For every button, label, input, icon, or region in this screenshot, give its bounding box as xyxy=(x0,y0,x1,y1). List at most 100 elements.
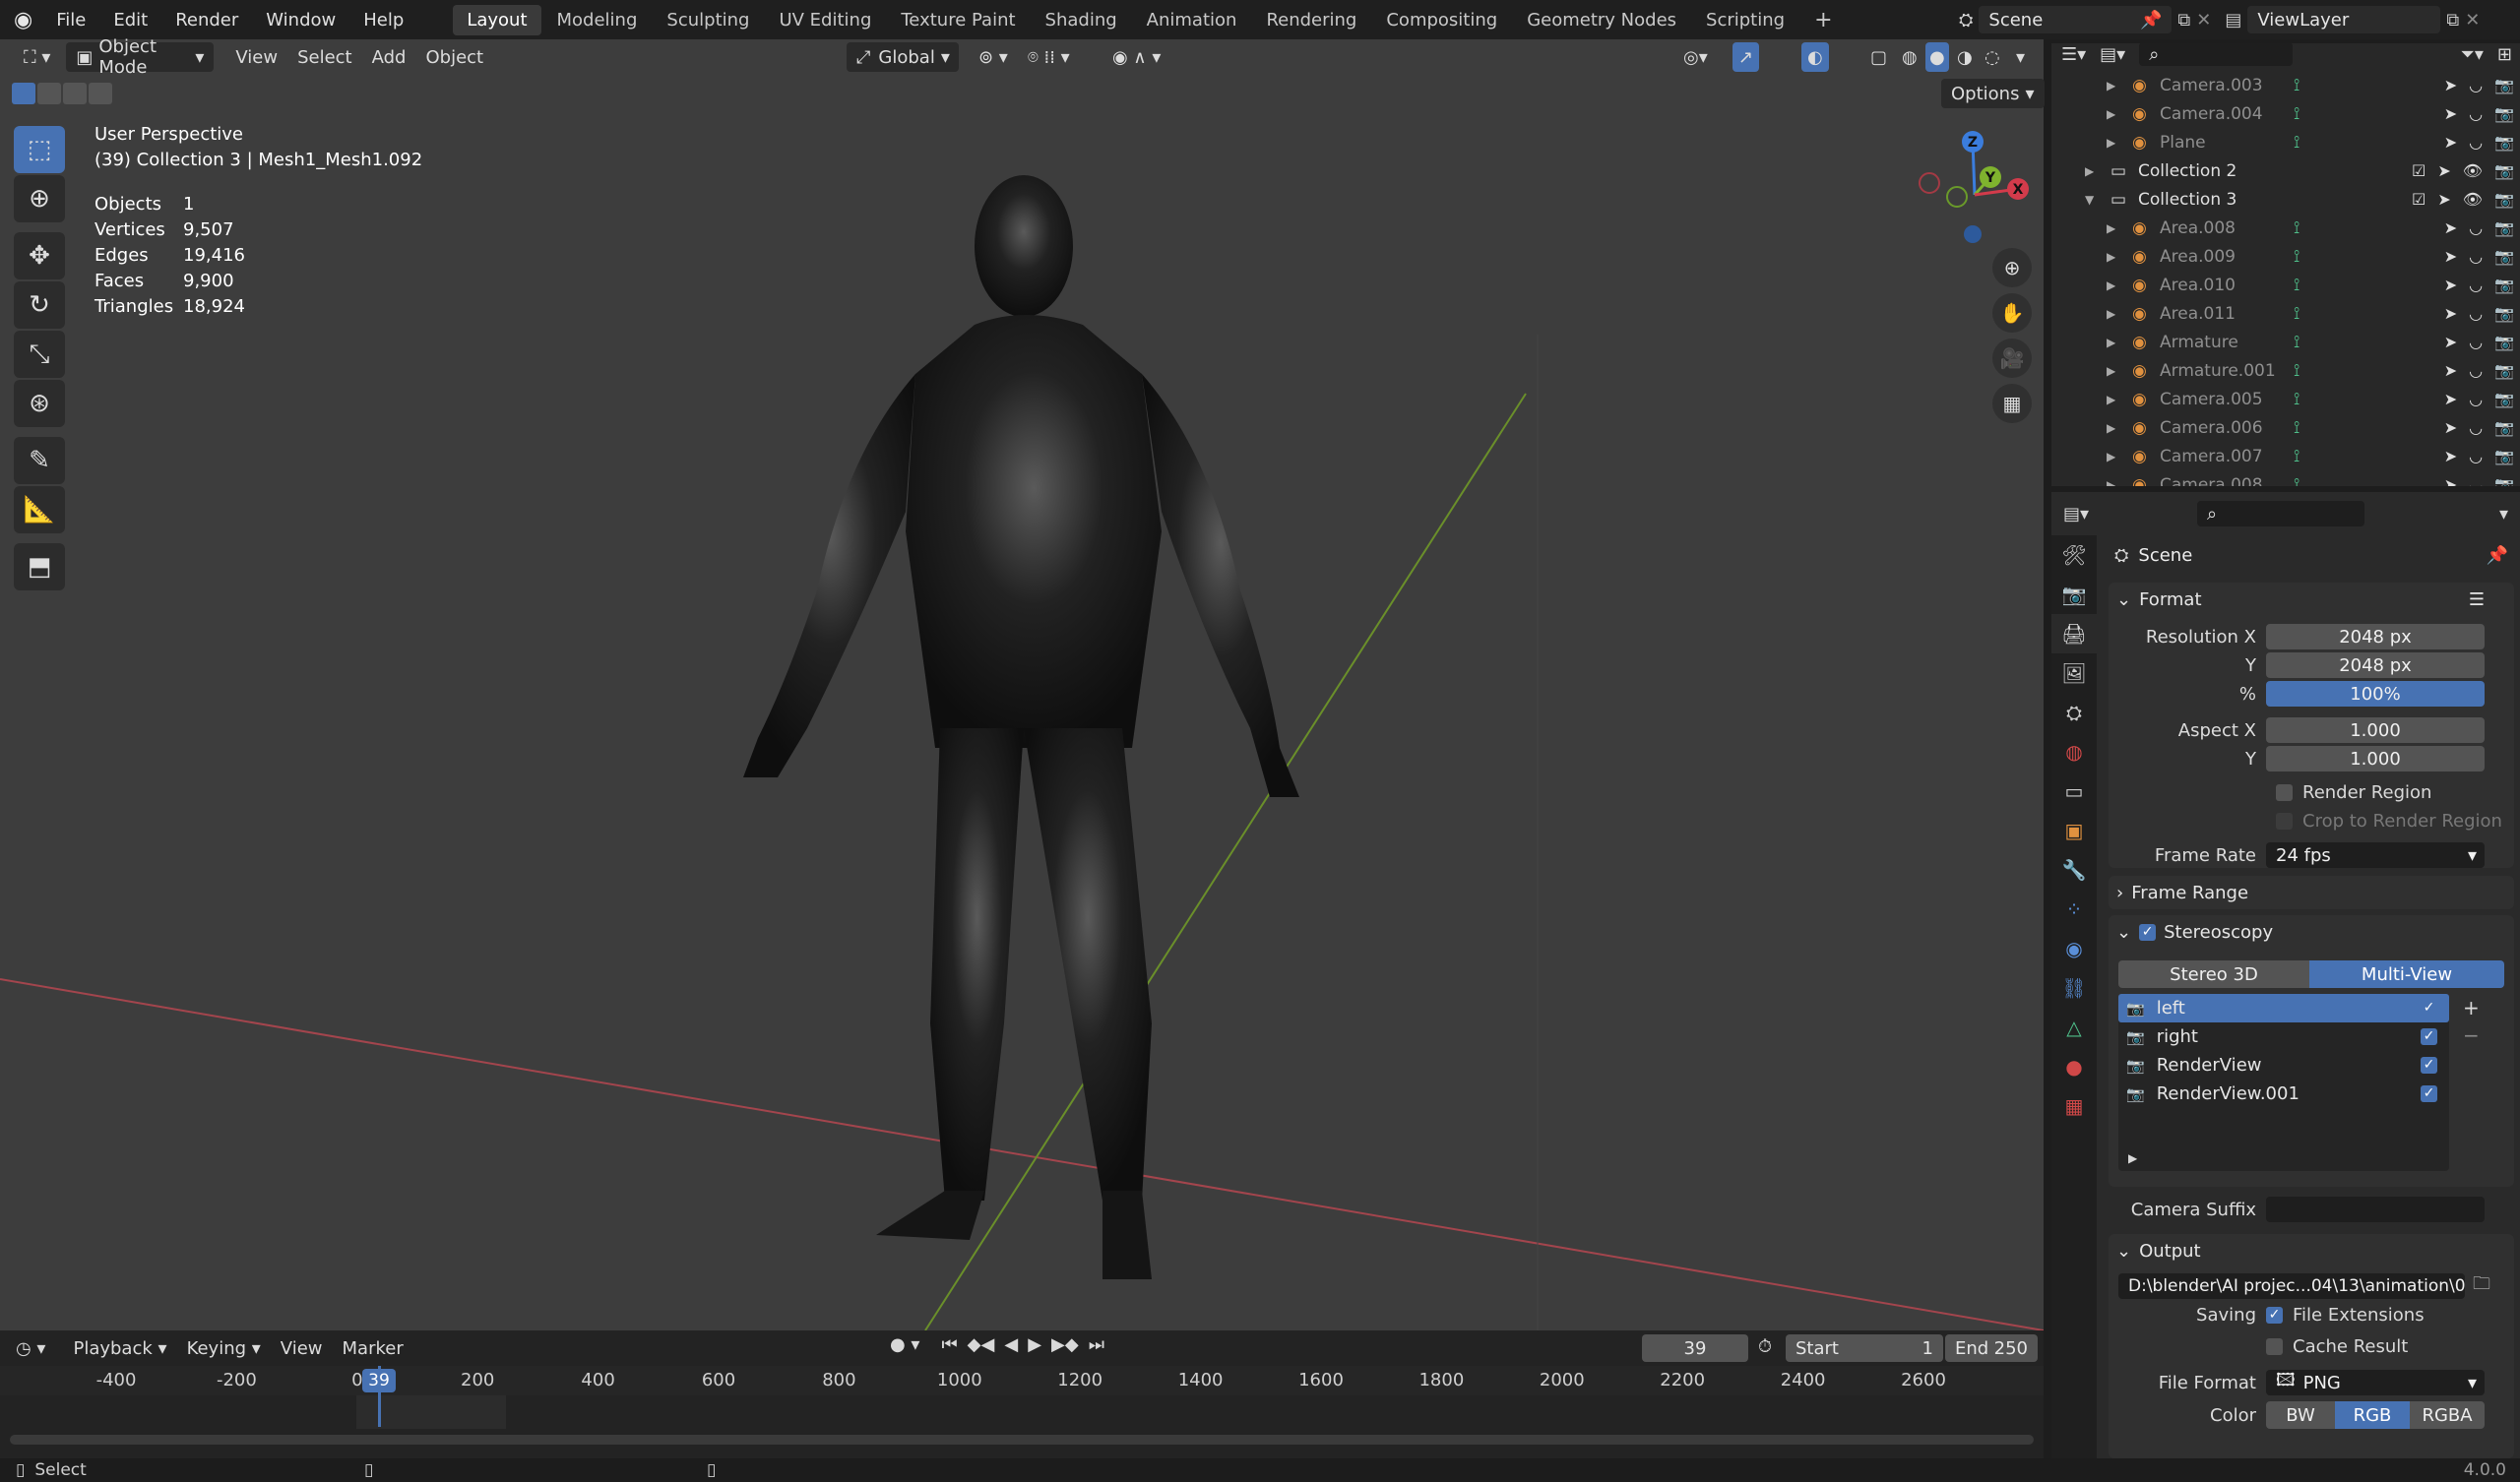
camera-render-icon[interactable]: 📷 xyxy=(2494,304,2514,323)
expand-right-icon[interactable]: ▶ xyxy=(2107,393,2115,406)
zoom-icon[interactable]: ⊕ xyxy=(1992,248,2032,287)
include-checkbox-icon[interactable]: ☑ xyxy=(2412,190,2426,209)
proportional-edit-icon[interactable]: ◉ ∧ ▾ xyxy=(1102,42,1170,72)
select-arrow-icon[interactable]: ➤ xyxy=(2444,333,2457,351)
outliner-search-input[interactable]: ⌕ xyxy=(2139,43,2294,66)
tab-scripting[interactable]: Scripting xyxy=(1692,5,1798,35)
output-path-input[interactable]: D:\blender\AI projec...04\13\animation\0… xyxy=(2118,1273,2465,1299)
eye-icon[interactable]: ◡ xyxy=(2469,418,2483,437)
new-view-layer-icon[interactable]: ⧉ xyxy=(2446,10,2459,31)
shading-options-icon[interactable]: ▾ xyxy=(2012,42,2029,72)
gizmo-toggle-icon[interactable]: ↗ xyxy=(1732,42,1760,72)
expand-right-icon[interactable]: ▶ xyxy=(2107,136,2115,150)
playhead-label[interactable]: 39 xyxy=(362,1369,396,1392)
outliner-row[interactable]: ▶ ◉ Area.010 ⟟ ➤ ◡ 📷 xyxy=(2051,271,2520,299)
menu-view[interactable]: View xyxy=(225,42,287,72)
outliner-row[interactable]: ▶ ◉ Plane ⟟ ➤ ◡ 📷 xyxy=(2051,128,2520,156)
expand-right-icon[interactable]: ▶ xyxy=(2107,79,2115,93)
eye-icon[interactable]: ◡ xyxy=(2469,390,2483,408)
cursor-tool-icon[interactable]: ⊕ xyxy=(14,175,65,222)
expand-right-icon[interactable]: ▶ xyxy=(2107,364,2115,378)
shading-wireframe-icon[interactable]: ◍ xyxy=(1898,42,1922,72)
shading-rendered-icon[interactable]: ◌ xyxy=(1981,42,2004,72)
view-enabled-check[interactable]: ✓ xyxy=(2421,1028,2437,1045)
add-view-icon[interactable]: + xyxy=(2463,996,2480,1019)
expand-right-icon[interactable]: ▶ xyxy=(2107,478,2115,487)
scale-tool-icon[interactable]: ⤡ xyxy=(14,331,65,378)
view-layer-icon[interactable]: ▤ xyxy=(2225,10,2241,31)
view-list-item[interactable]: 📷 right ✓ xyxy=(2118,1022,2449,1051)
outliner-row[interactable]: ▶ ◉ Armature.001 ⟟ ➤ ◡ 📷 xyxy=(2051,356,2520,385)
view-layer-tab-icon[interactable]: 🖼 xyxy=(2051,653,2097,693)
mode-selector[interactable]: ▣ Object Mode ▾ xyxy=(66,36,215,78)
camera-render-icon[interactable]: 📷 xyxy=(2494,190,2514,209)
tab-texture-paint[interactable]: Texture Paint xyxy=(887,5,1029,35)
menu-render[interactable]: Render xyxy=(161,10,252,31)
view-layer-selector[interactable]: ViewLayer xyxy=(2247,6,2441,33)
menu-object[interactable]: Object xyxy=(415,42,493,72)
overlay-toggle-icon[interactable]: ◐ xyxy=(1801,42,1829,72)
select-arrow-icon[interactable]: ➤ xyxy=(2444,418,2457,437)
camera-render-icon[interactable]: 📷 xyxy=(2494,247,2514,266)
jump-end-icon[interactable]: ⏭ xyxy=(1089,1334,1104,1355)
eye-icon[interactable]: ◡ xyxy=(2469,333,2483,351)
color-rgba-button[interactable]: RGBA xyxy=(2410,1401,2485,1429)
timeline-scrollbar[interactable] xyxy=(10,1435,2034,1445)
outliner-row[interactable]: ▶ ◉ Camera.004 ⟟ ➤ ◡ 📷 xyxy=(2051,99,2520,128)
select-arrow-icon[interactable]: ➤ xyxy=(2444,104,2457,123)
camera-render-icon[interactable]: 📷 xyxy=(2494,104,2514,123)
timeline[interactable]: ◷ ▾ Playback ▾ Keying ▾ View Marker ● ▾ … xyxy=(0,1330,2044,1458)
color-bw-button[interactable]: BW xyxy=(2266,1401,2335,1429)
texture-tab-icon[interactable]: ▦ xyxy=(2051,1086,2097,1126)
color-rgb-button[interactable]: RGB xyxy=(2335,1401,2410,1429)
annotate-tool-icon[interactable]: ✎ xyxy=(14,437,65,484)
camera-render-icon[interactable]: 📷 xyxy=(2494,133,2514,152)
next-keyframe-icon[interactable]: ▶◆ xyxy=(1051,1334,1079,1355)
play-icon[interactable]: ▶ xyxy=(1028,1334,1041,1355)
character-mesh[interactable] xyxy=(743,175,1299,1279)
current-frame-field[interactable]: 39 xyxy=(1642,1334,1748,1362)
perspective-grid-icon[interactable]: ▦ xyxy=(1992,384,2032,423)
expand-right-icon[interactable]: ▶ xyxy=(2107,307,2115,321)
tab-modeling[interactable]: Modeling xyxy=(543,5,652,35)
eye-icon[interactable]: ◡ xyxy=(2469,475,2483,486)
blender-logo-icon[interactable]: ◉ xyxy=(14,8,32,32)
multi-view-button[interactable]: Multi-View xyxy=(2309,960,2504,988)
cache-result-check[interactable] xyxy=(2266,1338,2283,1355)
camera-render-icon[interactable]: 📷 xyxy=(2494,390,2514,408)
select-arrow-icon[interactable]: ➤ xyxy=(2444,447,2457,465)
move-tool-icon[interactable]: ✥ xyxy=(14,232,65,279)
menu-add[interactable]: Add xyxy=(362,42,416,72)
tab-compositing[interactable]: Compositing xyxy=(1372,5,1511,35)
eye-icon[interactable]: ◡ xyxy=(2469,304,2483,323)
outliner-row[interactable]: ▶ ◉ Camera.006 ⟟ ➤ ◡ 📷 xyxy=(2051,413,2520,442)
tab-rendering[interactable]: Rendering xyxy=(1252,5,1370,35)
frame-range-panel[interactable]: › Frame Range xyxy=(2109,876,2514,909)
world-tab-icon[interactable]: ◍ xyxy=(2051,732,2097,772)
camera-render-icon[interactable]: 📷 xyxy=(2494,475,2514,486)
view-enabled-check[interactable]: ✓ xyxy=(2421,1057,2437,1074)
jump-start-icon[interactable]: ⏮ xyxy=(941,1334,957,1355)
modifier-tab-icon[interactable]: 🔧 xyxy=(2051,850,2097,890)
outliner-row[interactable]: ▶ ◉ Area.008 ⟟ ➤ ◡ 📷 xyxy=(2051,214,2520,242)
camera-view-icon[interactable]: 🎥 xyxy=(1992,339,2032,378)
menu-marker[interactable]: Marker xyxy=(333,1333,413,1363)
chevron-down-icon[interactable]: ▾ xyxy=(2499,504,2508,525)
tab-layout[interactable]: Layout xyxy=(453,4,541,35)
select-intersect-icon[interactable] xyxy=(89,83,112,104)
file-extensions-check[interactable]: ✓ xyxy=(2266,1307,2283,1324)
scene-selector[interactable]: Scene 📌 xyxy=(1979,6,2173,33)
play-reverse-icon[interactable]: ◀ xyxy=(1004,1334,1018,1355)
camera-render-icon[interactable]: 📷 xyxy=(2494,218,2514,237)
transform-orientation-selector[interactable]: ⤢ Global ▾ xyxy=(847,42,959,72)
camera-suffix-input[interactable] xyxy=(2266,1197,2485,1222)
expand-right-icon[interactable]: ▶ xyxy=(2107,336,2115,349)
camera-render-icon[interactable]: 📷 xyxy=(2494,333,2514,351)
render-region-check[interactable] xyxy=(2276,784,2293,801)
xray-icon[interactable]: ▢ xyxy=(1860,42,1897,72)
display-mode-icon[interactable]: ▤▾ xyxy=(2100,44,2125,65)
add-workspace-icon[interactable]: + xyxy=(1800,3,1846,37)
new-scene-icon[interactable]: ⧉ xyxy=(2177,10,2190,31)
tab-animation[interactable]: Animation xyxy=(1133,5,1251,35)
remove-view-layer-icon[interactable]: ✕ xyxy=(2465,10,2480,31)
